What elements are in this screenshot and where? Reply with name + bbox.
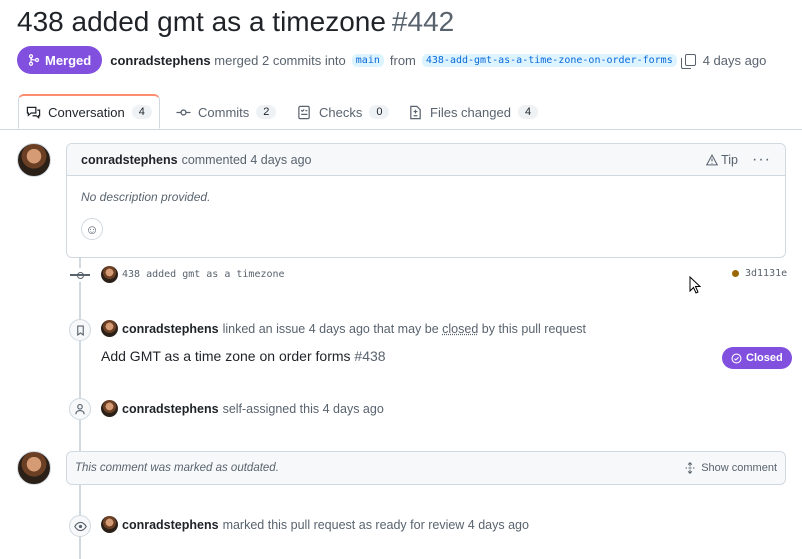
tab-checks[interactable]: Checks 0 [297,95,390,129]
avatar[interactable] [101,516,118,533]
alert-triangle-icon [706,153,719,165]
linked-author[interactable]: conradstephens [122,322,219,336]
checklist-icon [298,105,310,119]
head-branch[interactable]: 438-add-gmt-as-a-time-zone-on-order-form… [421,53,677,67]
ready-for-review-event: conradstephens marked this pull request … [101,516,529,533]
pr-title: 438 added gmt as a timezone [17,6,386,37]
eye-badge [69,515,91,537]
merged-state-badge: Merged [17,46,103,74]
avatar[interactable] [17,451,51,485]
show-comment-button[interactable]: Show comment [684,462,777,474]
base-branch[interactable]: main [351,53,384,67]
comment-box: conradstephens commented 4 days ago Tip … [66,143,786,258]
merge-text: merged 2 commits into [214,52,346,68]
outdated-comment-box: This comment was marked as outdated. Sho… [66,451,786,485]
tip-button[interactable]: Tip [706,153,738,167]
tip-label: Tip [721,152,739,167]
bookmark-badge [69,319,91,341]
tab-commits[interactable]: Commits 2 [176,95,277,129]
tab-checks-count: 0 [369,105,390,119]
linked-issue-title-row: Add GMT as a time zone on order forms #4… [101,348,386,364]
tab-commits-label: Commits [198,104,250,120]
unfold-icon [685,462,695,474]
eye-icon [73,521,87,531]
check-circle-icon [731,352,742,364]
linked-issue-title[interactable]: Add GMT as a time zone on order forms [101,348,351,364]
linked-text-after: by this pull request [481,321,587,336]
tab-conversation-label: Conversation [48,104,125,120]
comment-body: No description provided. ☺ [67,176,785,250]
commit-sha[interactable]: 3d1131e [745,268,787,279]
person-icon [75,403,85,415]
commit-row: 438 added gmt as a timezone [101,266,285,283]
avatar[interactable] [101,400,118,417]
assigned-author[interactable]: conradstephens [122,402,219,416]
avatar[interactable] [17,143,51,177]
ready-text: marked this pull request as ready for re… [222,517,529,532]
pr-time: 4 days ago [702,52,767,68]
comment-header: conradstephens commented 4 days ago Tip … [67,144,785,176]
comment-action: commented 4 days ago [181,152,312,167]
avatar[interactable] [101,320,118,337]
avatar[interactable] [101,266,118,283]
tab-conversation[interactable]: Conversation 4 [18,94,160,129]
tab-conversation-count: 4 [131,105,152,119]
tab-checks-label: Checks [319,104,363,120]
git-commit-icon [70,268,90,282]
tab-files-changed-count: 4 [517,105,539,119]
status-pending-icon[interactable] [732,270,739,277]
closed-label: Closed [746,352,783,364]
closed-status-badge: Closed [722,347,792,369]
kebab-menu-icon[interactable]: ··· [752,151,771,167]
from-text: from [389,52,416,68]
comment-text: No description provided. [81,190,211,204]
commit-message[interactable]: 438 added gmt as a timezone [122,269,285,280]
copy-icon[interactable] [680,54,696,69]
tab-commits-count: 2 [256,105,277,119]
linked-text: linked an issue 4 days ago that may be [222,321,439,336]
git-merge-icon [28,54,40,66]
file-diff-icon [410,105,421,119]
bookmark-icon [76,324,84,336]
merged-state-label: Merged [45,52,92,68]
tab-files-changed-label: Files changed [430,104,511,120]
pr-number: #442 [391,6,455,37]
commit-sha-row: 3d1131e [732,268,787,279]
pr-title-row: 438 added gmt as a timezone #442 [17,6,454,38]
self-assigned-event: conradstephens self-assigned this 4 days… [101,400,384,417]
git-commit-icon [176,108,191,116]
linked-issue-number[interactable]: #438 [354,348,385,364]
tab-files-changed[interactable]: Files changed 4 [408,95,539,129]
comment-discussion-icon [26,106,41,119]
show-comment-label: Show comment [701,462,777,474]
ready-author[interactable]: conradstephens [122,518,219,532]
linked-issue-event: conradstephens linked an issue 4 days ag… [101,320,586,337]
pr-meta: Merged conradstephens merged 2 commits i… [17,46,766,74]
assigned-text: self-assigned this 4 days ago [222,401,384,416]
person-badge [69,398,91,420]
comment-author[interactable]: conradstephens [81,153,178,167]
pr-author-link[interactable]: conradstephens [110,53,210,68]
mouse-cursor-icon [689,276,701,294]
pr-tabs: Conversation 4 Commits 2 Checks 0 Files … [0,94,802,130]
closed-word[interactable]: closed [442,322,478,336]
outdated-text: This comment was marked as outdated. [75,462,279,474]
add-reaction-icon[interactable]: ☺ [81,218,103,240]
